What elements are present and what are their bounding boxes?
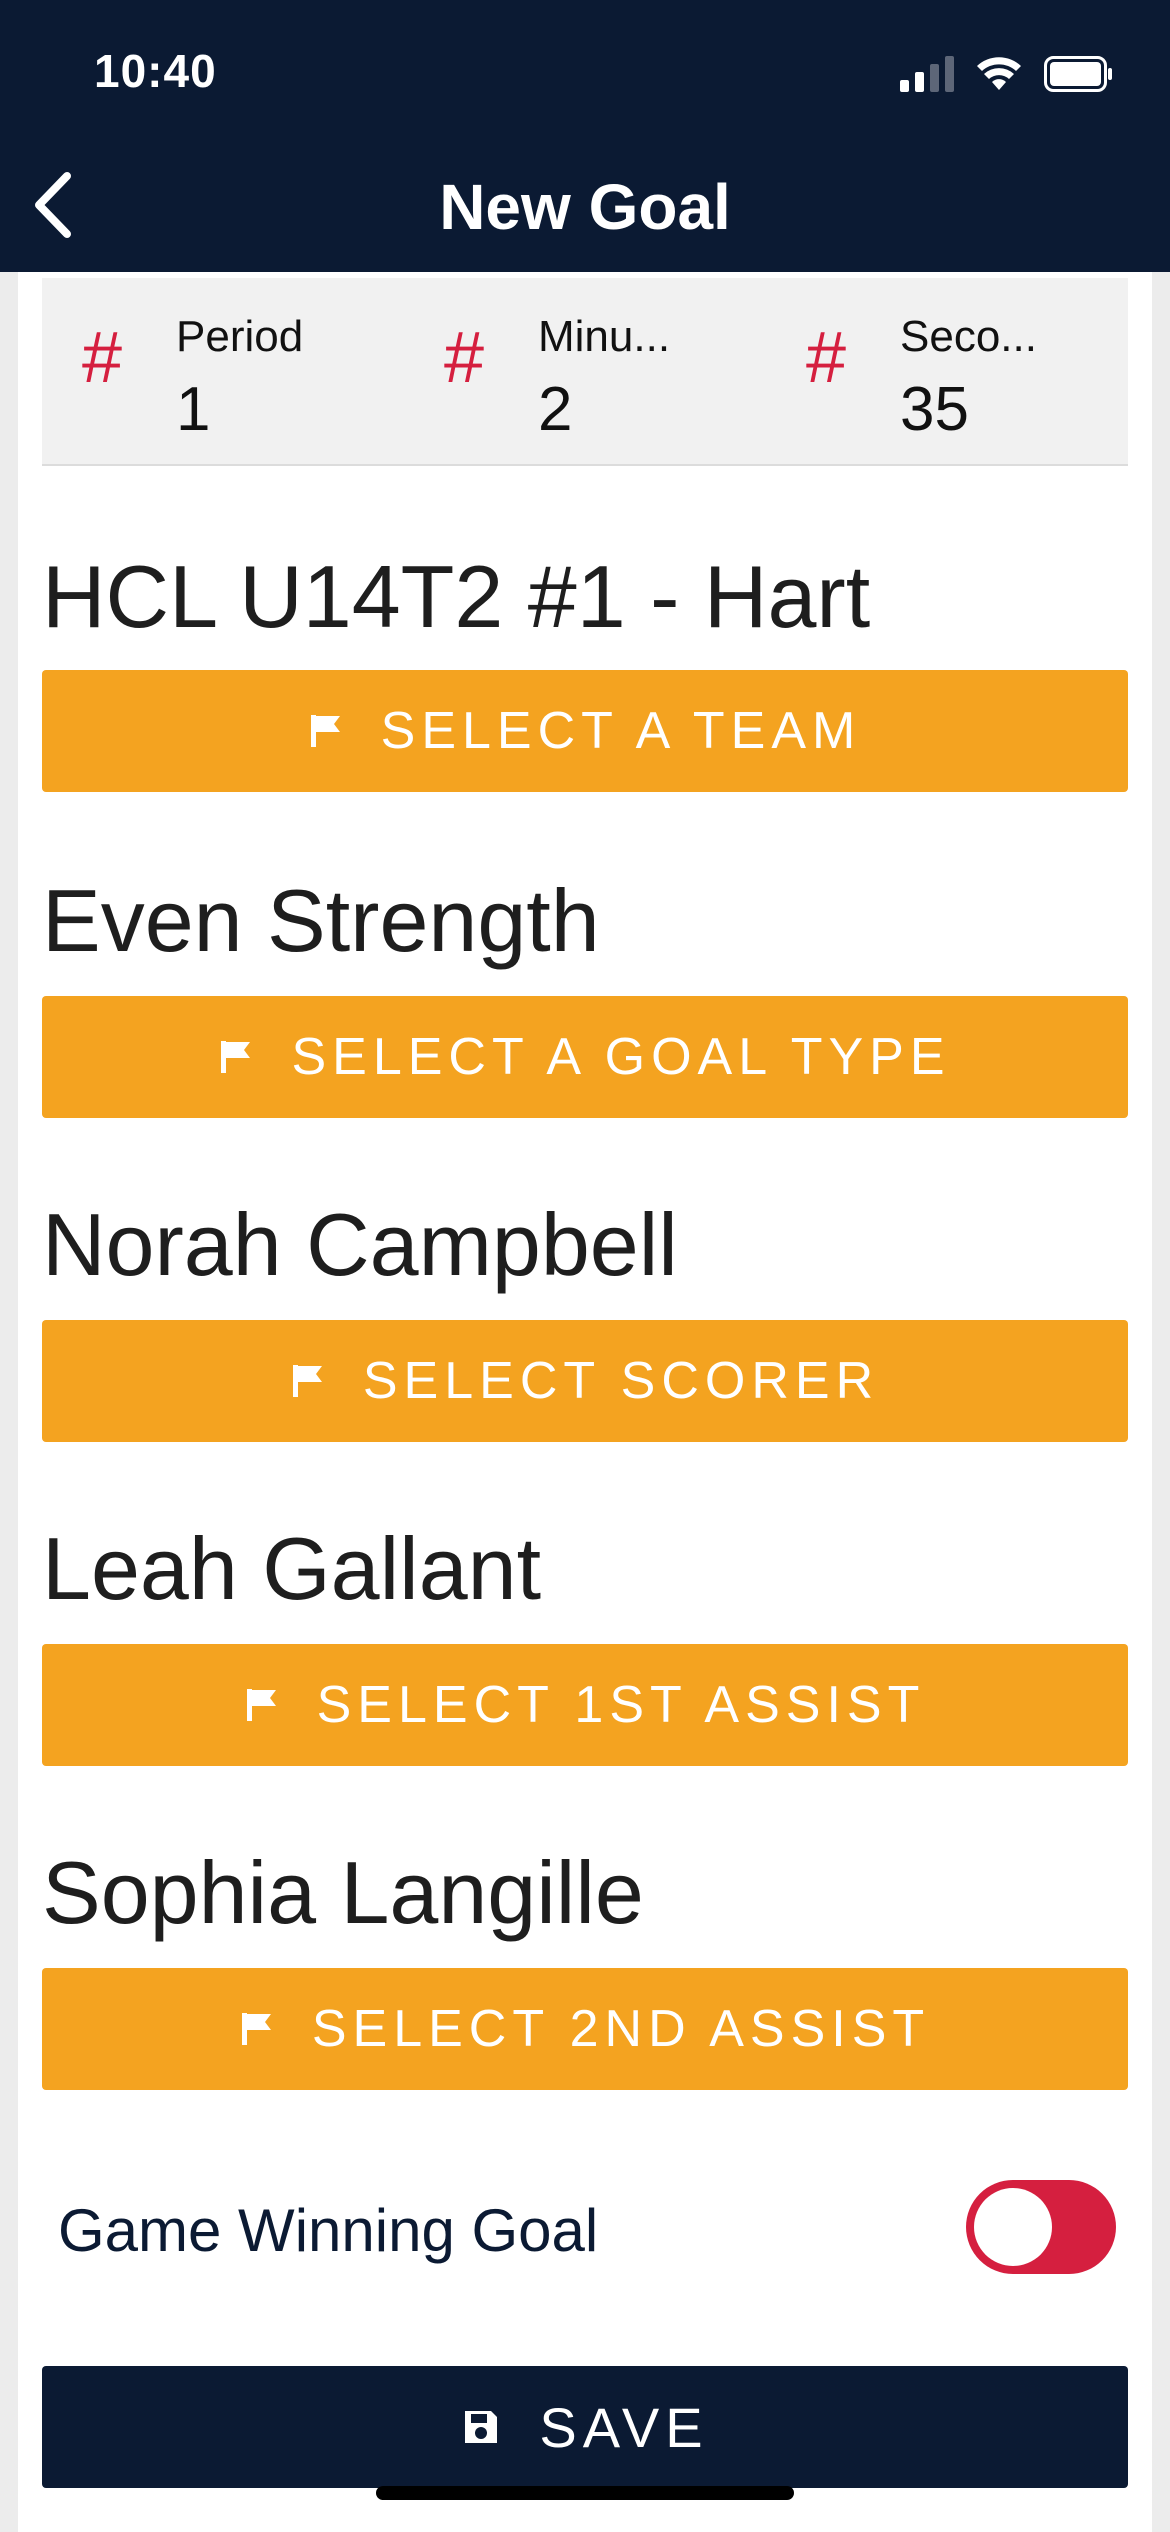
period-label: Period [176,312,304,361]
seconds-label: Seco... [900,312,1037,361]
hash-icon: # [444,318,485,398]
minutes-value: 2 [538,375,573,444]
flag-icon [309,713,343,749]
toggle-knob [974,2188,1052,2266]
flag-icon [245,1687,279,1723]
seconds-field[interactable]: # Seco... 35 [766,278,1128,464]
floppy-disk-icon [461,2395,501,2460]
select-scorer-button[interactable]: SELECT SCORER [42,1320,1128,1442]
status-icons [900,52,1114,96]
select-team-button[interactable]: SELECT A TEAM [42,670,1128,792]
period-field[interactable]: # Period 1 [42,278,404,464]
save-button[interactable]: SAVE [42,2366,1128,2488]
seconds-value: 35 [900,375,969,444]
new-goal-screen: 10:40 New Goal # Period 1 # Minu... 2 # … [0,0,1170,2532]
status-time: 10:40 [94,45,217,97]
select-first-assist-button[interactable]: SELECT 1ST ASSIST [42,1644,1128,1766]
time-fields-row: # Period 1 # Minu... 2 # Seco... 35 [42,278,1128,466]
selected-team: HCL U14T2 #1 - Hart [42,547,871,646]
hash-icon: # [806,318,847,398]
flag-icon [219,1039,253,1075]
minutes-field[interactable]: # Minu... 2 [404,278,766,464]
hash-icon: # [82,318,123,398]
game-winning-goal-label: Game Winning Goal [58,2197,599,2264]
save-label: SAVE [539,2395,709,2459]
select-scorer-label: SELECT SCORER [362,1352,880,1410]
selected-scorer: Norah Campbell [42,1195,678,1294]
select-first-assist-label: SELECT 1ST ASSIST [316,1676,926,1734]
select-goal-type-button[interactable]: SELECT A GOAL TYPE [42,996,1128,1118]
minutes-label: Minu... [538,312,671,361]
cellular-signal-icon [900,56,954,92]
select-second-assist-button[interactable]: SELECT 2ND ASSIST [42,1968,1128,2090]
selected-second-assist: Sophia Langille [42,1843,644,1942]
selected-first-assist: Leah Gallant [42,1519,542,1618]
header: 10:40 New Goal [0,0,1170,272]
select-goal-type-label: SELECT A GOAL TYPE [291,1028,951,1086]
selected-goal-type: Even Strength [42,871,600,970]
select-team-label: SELECT A TEAM [380,702,862,760]
battery-icon [1044,56,1114,92]
flag-icon [240,2011,274,2047]
home-indicator [376,2486,794,2500]
period-value: 1 [176,375,211,444]
wifi-icon [976,56,1022,92]
game-winning-goal-row: Game Winning Goal [42,2178,1128,2288]
select-second-assist-label: SELECT 2ND ASSIST [311,2000,931,2058]
page-title: New Goal [439,171,731,243]
goal-form: # Period 1 # Minu... 2 # Seco... 35 HCL … [18,272,1152,2532]
game-winning-goal-toggle[interactable] [966,2180,1116,2274]
flag-icon [291,1363,325,1399]
